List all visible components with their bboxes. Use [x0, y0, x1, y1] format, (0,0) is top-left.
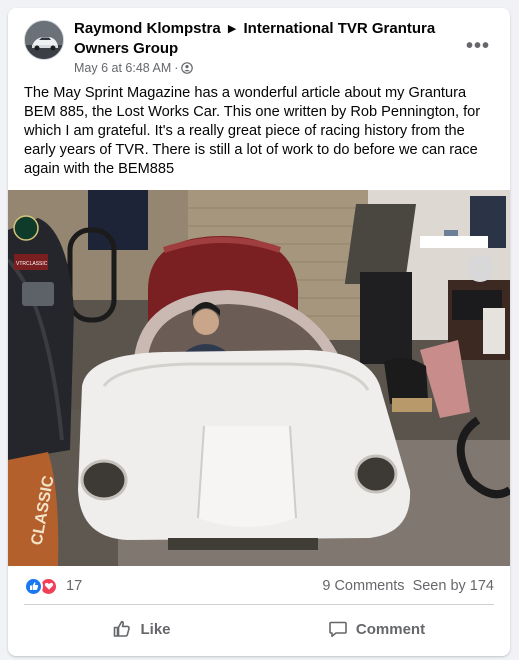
- post-header: Raymond Klompstra ▶ International TVR Gr…: [8, 8, 510, 86]
- more-options-icon[interactable]: •••: [460, 28, 496, 64]
- seen-by-count[interactable]: Seen by 174: [413, 574, 494, 598]
- author-name[interactable]: Raymond Klompstra: [74, 20, 221, 37]
- post-photo[interactable]: VTRCLASSIC CLASSIC: [8, 190, 510, 566]
- post-meta: May 6 at 6:48 AM ·: [74, 61, 194, 75]
- author-avatar[interactable]: [24, 20, 64, 60]
- comments-count[interactable]: 9 Comments: [322, 574, 404, 598]
- like-label: Like: [140, 620, 171, 638]
- comment-bubble-icon: [329, 621, 347, 637]
- actions-divider: [24, 604, 494, 605]
- reaction-summary[interactable]: 17: [24, 574, 82, 598]
- post-title: Raymond Klompstra ▶ International TVR Gr…: [74, 19, 454, 59]
- post-card: Raymond Klompstra ▶ International TVR Gr…: [8, 8, 510, 656]
- meta-separator: ·: [174, 61, 179, 75]
- post-stats: 17 9 Comments Seen by 174: [24, 574, 494, 598]
- friends-icon[interactable]: [181, 62, 194, 74]
- post-timestamp[interactable]: May 6 at 6:48 AM: [74, 61, 171, 75]
- like-button[interactable]: Like: [24, 609, 259, 649]
- comment-button[interactable]: Comment: [259, 609, 494, 649]
- engagement-counts: 9 Comments Seen by 174: [322, 574, 494, 598]
- headlight-left: [80, 459, 128, 501]
- post-text: The May Sprint Magazine has a wonderful …: [24, 85, 481, 177]
- thumbs-up-icon: [114, 620, 131, 637]
- driver: [193, 309, 219, 335]
- right-triangle-icon: ▶: [227, 23, 237, 35]
- reaction-count[interactable]: 17: [66, 574, 82, 598]
- like-reaction-icon: [24, 576, 43, 596]
- jacket-patch-text: VTRCLASSIC: [16, 261, 48, 267]
- car-avatar-image: [25, 21, 63, 59]
- comment-label: Comment: [355, 620, 426, 638]
- post-actions: Like Comment: [24, 609, 494, 649]
- headlight-right: [354, 454, 398, 494]
